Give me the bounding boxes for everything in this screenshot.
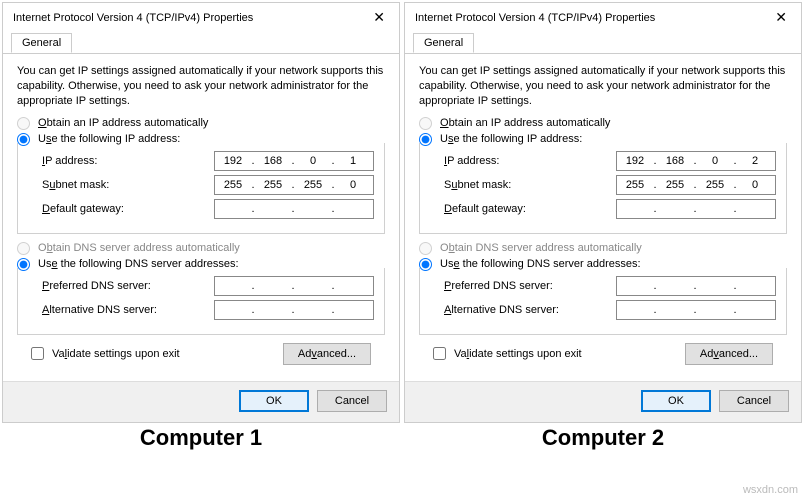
ip-group: IP address: 192.168.0.2 Subnet mask: 255… [419, 143, 787, 234]
subnet-mask-input[interactable]: 255.255.255.0 [214, 175, 374, 195]
default-gateway-input[interactable]: ... [616, 199, 776, 219]
preferred-dns-input[interactable]: ... [214, 276, 374, 296]
alternate-dns-label: Alternative DNS server: [444, 304, 616, 316]
dialog-buttons: OK Cancel [3, 381, 399, 422]
ip-address-label: IP address: [42, 155, 214, 167]
caption-label: Computer 1 [2, 425, 400, 451]
default-gateway-input[interactable]: ... [214, 199, 374, 219]
preferred-dns-input[interactable]: ... [616, 276, 776, 296]
radio-obtain-dns-auto: Obtain DNS server address automatically [419, 242, 787, 255]
description-text: You can get IP settings assigned automat… [17, 64, 385, 109]
radio-obtain-ip-auto[interactable]: Obtain an IP address automatically [17, 117, 385, 130]
dns-group: Preferred DNS server: ... Alternative DN… [17, 268, 385, 335]
dialog-buttons: OK Cancel [405, 381, 801, 422]
default-gateway-label: Default gateway: [444, 203, 616, 215]
window-title: Internet Protocol Version 4 (TCP/IPv4) P… [415, 12, 655, 24]
description-text: You can get IP settings assigned automat… [419, 64, 787, 109]
dialog-0: Internet Protocol Version 4 (TCP/IPv4) P… [2, 2, 400, 423]
ok-button[interactable]: OK [239, 390, 309, 412]
preferred-dns-label: Preferred DNS server: [444, 280, 616, 292]
alternate-dns-input[interactable]: ... [214, 300, 374, 320]
titlebar: Internet Protocol Version 4 (TCP/IPv4) P… [3, 3, 399, 30]
alternate-dns-input[interactable]: ... [616, 300, 776, 320]
ip-address-label: IP address: [444, 155, 616, 167]
ok-button[interactable]: OK [641, 390, 711, 412]
tabstrip: General [3, 32, 399, 54]
caption-label: Computer 2 [404, 425, 802, 451]
subnet-mask-label: Subnet mask: [42, 179, 214, 191]
ip-group: IP address: 192.168.0.1 Subnet mask: 255… [17, 143, 385, 234]
validate-checkbox[interactable]: Validate settings upon exit [433, 347, 582, 360]
tab-general[interactable]: General [11, 33, 72, 53]
close-icon[interactable]: ✕ [369, 9, 389, 26]
window-title: Internet Protocol Version 4 (TCP/IPv4) P… [13, 12, 253, 24]
tab-general[interactable]: General [413, 33, 474, 53]
advanced-button[interactable]: Advanced... [283, 343, 371, 365]
radio-obtain-dns-auto: Obtain DNS server address automatically [17, 242, 385, 255]
ip-address-input[interactable]: 192.168.0.2 [616, 151, 776, 171]
subnet-mask-input[interactable]: 255.255.255.0 [616, 175, 776, 195]
preferred-dns-label: Preferred DNS server: [42, 280, 214, 292]
radio-obtain-ip-auto[interactable]: Obtain an IP address automatically [419, 117, 787, 130]
validate-checkbox[interactable]: Validate settings upon exit [31, 347, 180, 360]
alternate-dns-label: Alternative DNS server: [42, 304, 214, 316]
subnet-mask-label: Subnet mask: [444, 179, 616, 191]
close-icon[interactable]: ✕ [771, 9, 791, 26]
cancel-button[interactable]: Cancel [317, 390, 387, 412]
dns-group: Preferred DNS server: ... Alternative DN… [419, 268, 787, 335]
cancel-button[interactable]: Cancel [719, 390, 789, 412]
dialog-1: Internet Protocol Version 4 (TCP/IPv4) P… [404, 2, 802, 423]
default-gateway-label: Default gateway: [42, 203, 214, 215]
titlebar: Internet Protocol Version 4 (TCP/IPv4) P… [405, 3, 801, 30]
ip-address-input[interactable]: 192.168.0.1 [214, 151, 374, 171]
advanced-button[interactable]: Advanced... [685, 343, 773, 365]
watermark: wsxdn.com [743, 484, 798, 496]
tabstrip: General [405, 32, 801, 54]
